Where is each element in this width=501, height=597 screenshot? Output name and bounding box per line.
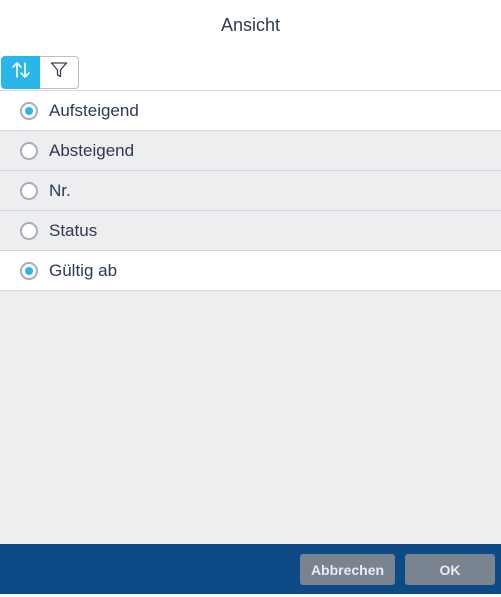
- ok-button[interactable]: OK: [405, 554, 495, 585]
- option-label: Absteigend: [49, 140, 135, 160]
- option-label: Nr.: [49, 180, 71, 200]
- sort-option-list: Aufsteigend Absteigend Nr. Status Gültig…: [0, 91, 501, 291]
- option-label: Gültig ab: [49, 260, 118, 280]
- sort-button[interactable]: [1, 56, 40, 89]
- radio-aufsteigend[interactable]: [20, 101, 38, 120]
- radio-absteigend[interactable]: [20, 141, 38, 160]
- option-status[interactable]: Status: [0, 211, 501, 251]
- radio-status[interactable]: [20, 221, 38, 240]
- dialog-title: Ansicht: [220, 15, 281, 35]
- filter-funnel-icon: [50, 61, 68, 84]
- view-mode-toggle: [1, 56, 79, 89]
- option-label: Aufsteigend: [49, 100, 139, 120]
- option-gueltig-ab[interactable]: Gültig ab: [0, 251, 501, 291]
- radio-nr[interactable]: [20, 181, 38, 200]
- option-absteigend[interactable]: Absteigend: [0, 131, 501, 171]
- option-nr[interactable]: Nr.: [0, 171, 501, 211]
- cancel-button[interactable]: Abbrechen: [300, 554, 395, 585]
- option-label: Status: [49, 220, 98, 240]
- sort-arrows-icon: [10, 60, 32, 85]
- option-aufsteigend[interactable]: Aufsteigend: [0, 91, 501, 131]
- radio-gueltig-ab[interactable]: [20, 261, 38, 280]
- dialog-header: Ansicht: [0, 0, 501, 91]
- dialog-footer: Abbrechen OK: [0, 544, 501, 594]
- filter-button[interactable]: [40, 56, 79, 89]
